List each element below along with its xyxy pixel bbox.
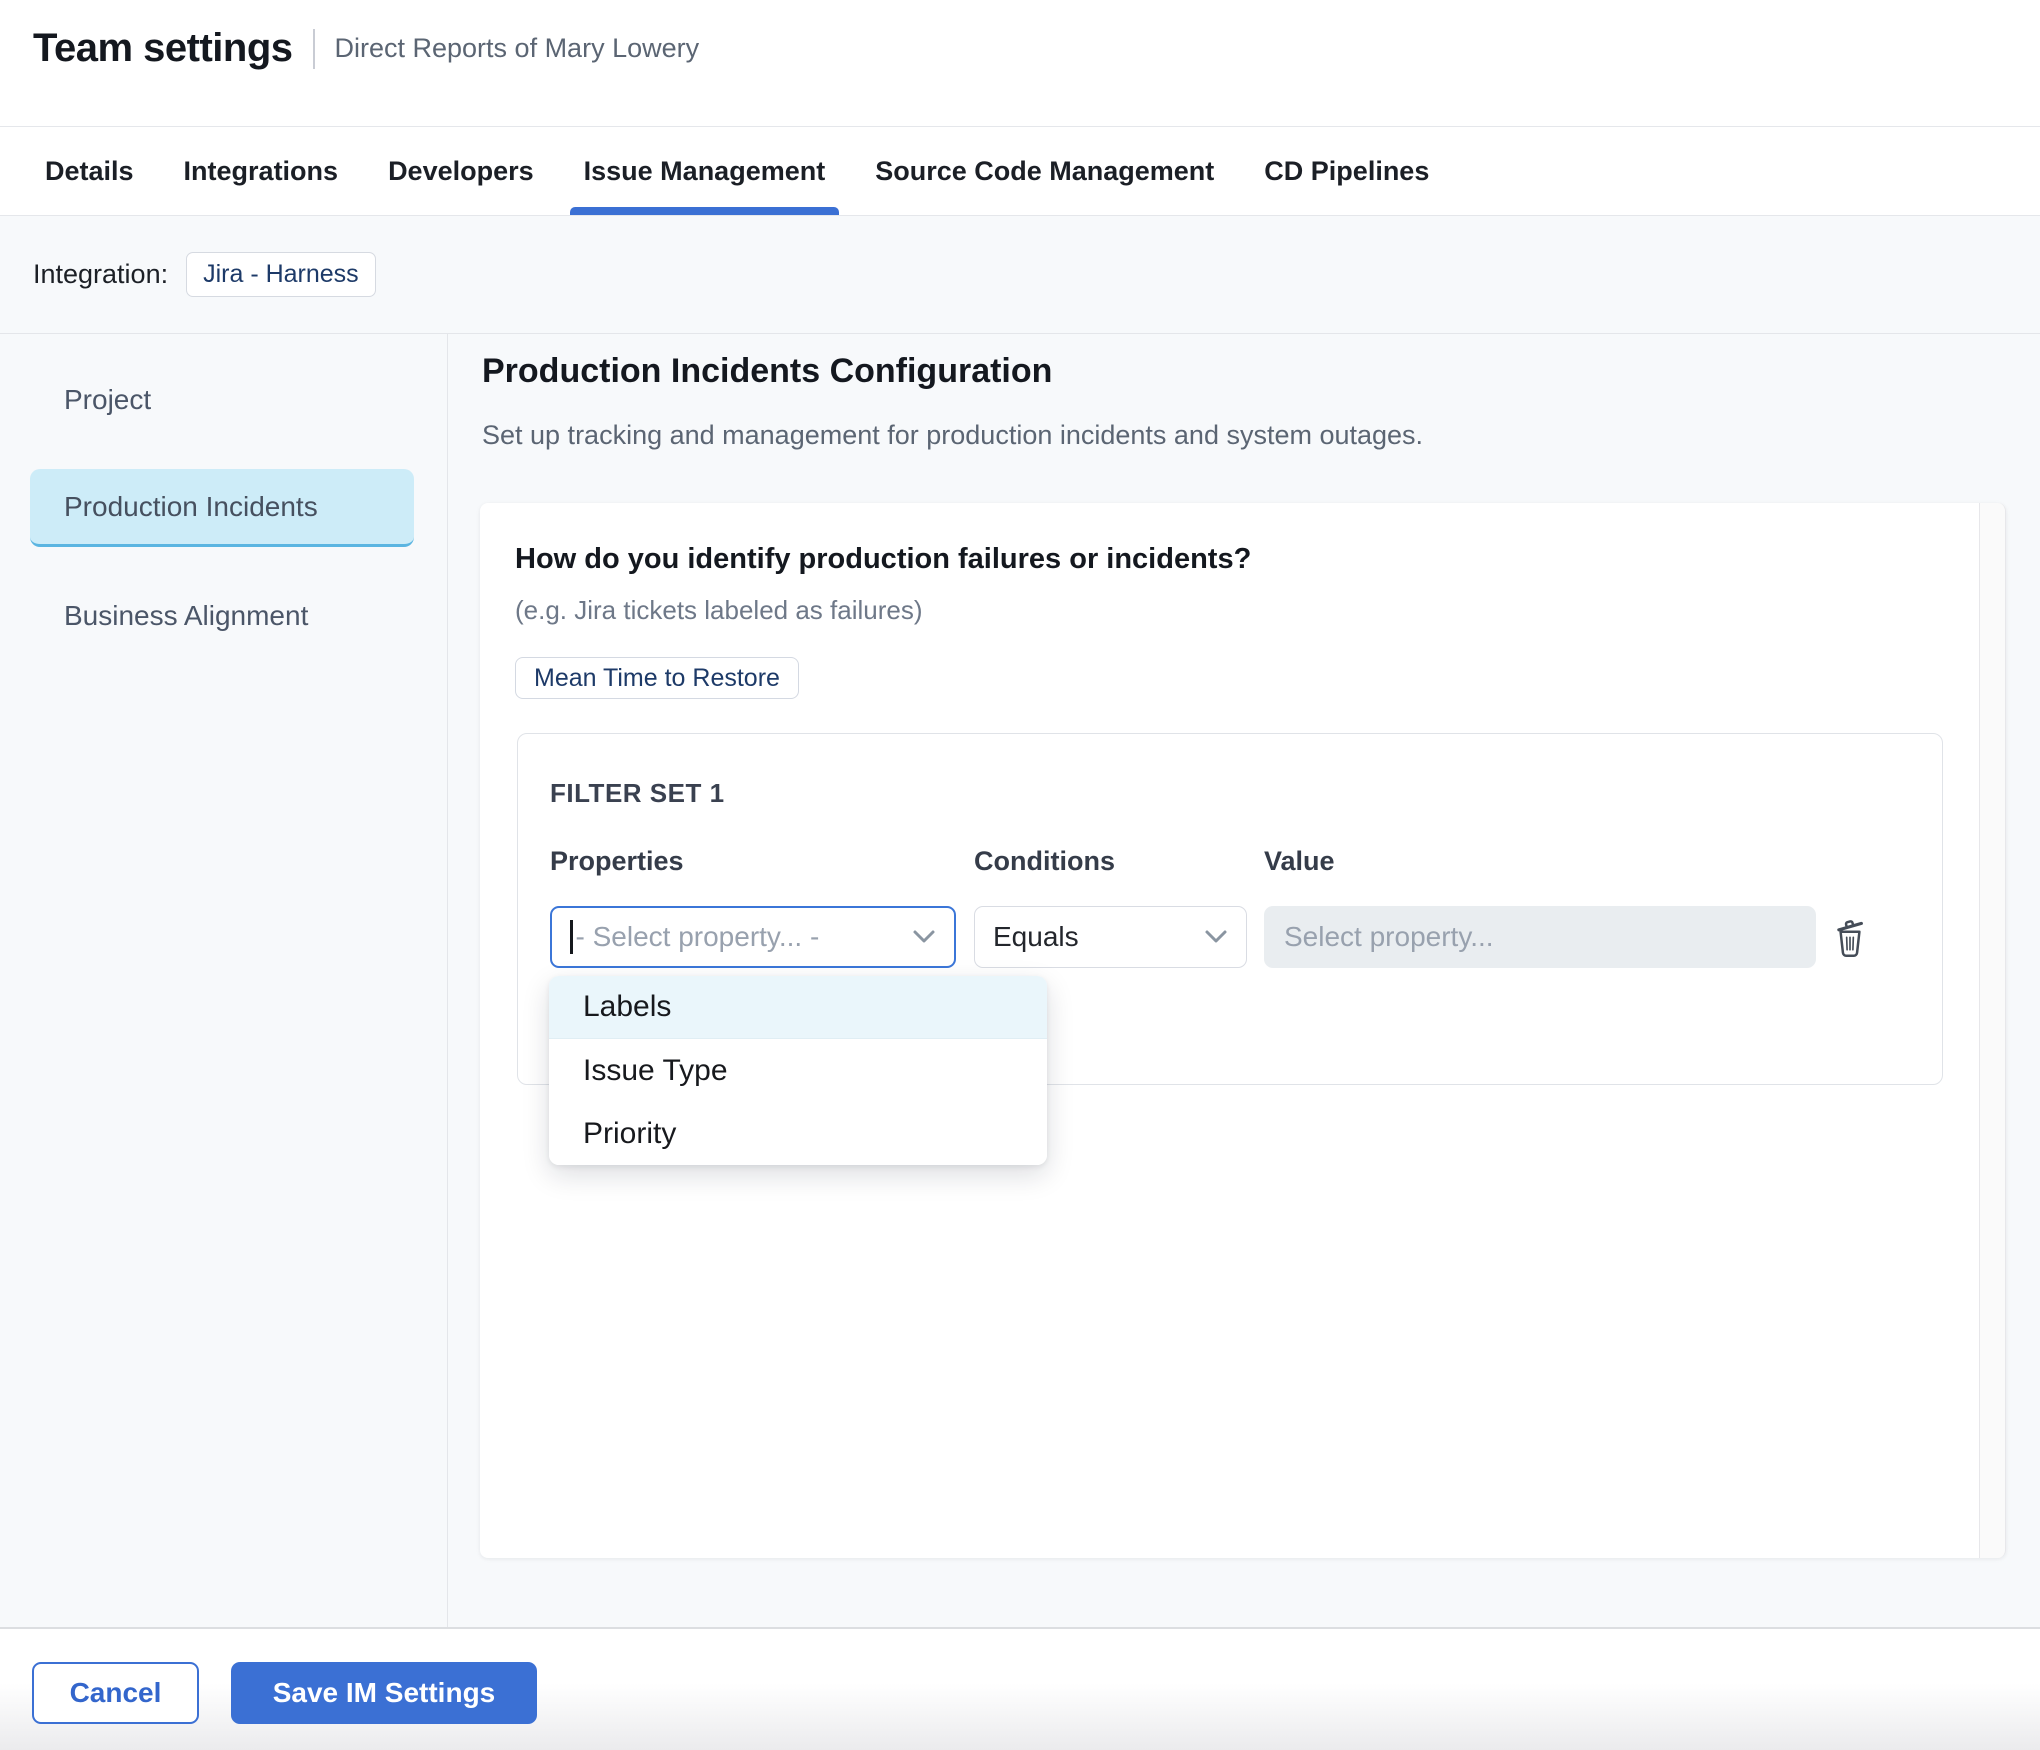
- filter-set-title: FILTER SET 1: [550, 778, 725, 809]
- save-im-settings-button[interactable]: Save IM Settings: [231, 1662, 537, 1724]
- page-title: Team settings: [33, 26, 293, 71]
- tab-issue-management[interactable]: Issue Management: [584, 127, 826, 215]
- team-settings-page: Team settings Direct Reports of Mary Low…: [0, 0, 2040, 1750]
- section-title: Production Incidents Configuration: [482, 352, 1052, 391]
- text-cursor: [570, 920, 573, 954]
- chevron-down-icon: [1204, 929, 1228, 945]
- value-column-label: Value: [1264, 846, 1335, 877]
- delete-filter-button[interactable]: [1826, 914, 1874, 962]
- property-select[interactable]: - Select property... -: [550, 906, 956, 968]
- card-scrollbar-track[interactable]: [1979, 503, 2006, 1558]
- sidebar-divider: [447, 334, 448, 1627]
- question-heading: How do you identify production failures …: [515, 543, 1251, 576]
- integration-chip[interactable]: Jira - Harness: [186, 252, 376, 297]
- footer-bar: Cancel Save IM Settings: [0, 1627, 2040, 1750]
- properties-column-label: Properties: [550, 846, 684, 877]
- trash-icon: [1832, 917, 1868, 959]
- sidebar-item-project[interactable]: Project: [30, 361, 414, 439]
- page-header: Team settings Direct Reports of Mary Low…: [33, 26, 699, 71]
- mean-time-to-restore-chip[interactable]: Mean Time to Restore: [515, 657, 799, 699]
- tab-developers[interactable]: Developers: [388, 127, 534, 215]
- section-subtitle: Set up tracking and management for produ…: [482, 420, 1423, 451]
- integration-label: Integration:: [33, 259, 168, 290]
- property-select-placeholder: - Select property... -: [576, 921, 820, 953]
- tab-details[interactable]: Details: [45, 127, 134, 215]
- chevron-down-icon: [912, 929, 936, 945]
- condition-select[interactable]: Equals: [974, 906, 1247, 968]
- header-divider: [313, 29, 315, 69]
- tab-bar: Details Integrations Developers Issue Ma…: [0, 126, 2040, 216]
- dropdown-option-labels[interactable]: Labels: [549, 976, 1047, 1039]
- tab-integrations[interactable]: Integrations: [184, 127, 339, 215]
- cancel-button[interactable]: Cancel: [32, 1662, 199, 1724]
- tab-source-code-management[interactable]: Source Code Management: [875, 127, 1214, 215]
- condition-select-value: Equals: [993, 921, 1079, 953]
- sidebar-item-production-incidents[interactable]: Production Incidents: [30, 469, 414, 547]
- tab-cd-pipelines[interactable]: CD Pipelines: [1264, 127, 1429, 215]
- question-hint: (e.g. Jira tickets labeled as failures): [515, 595, 923, 626]
- sidebar-item-business-alignment[interactable]: Business Alignment: [30, 577, 414, 655]
- property-dropdown-menu: Labels Issue Type Priority: [549, 976, 1047, 1165]
- integration-row: Integration: Jira - Harness: [0, 216, 2040, 334]
- value-input[interactable]: [1264, 906, 1816, 968]
- page-subtitle: Direct Reports of Mary Lowery: [335, 33, 700, 64]
- dropdown-option-priority[interactable]: Priority: [549, 1102, 1047, 1165]
- dropdown-option-issue-type[interactable]: Issue Type: [549, 1039, 1047, 1102]
- conditions-column-label: Conditions: [974, 846, 1115, 877]
